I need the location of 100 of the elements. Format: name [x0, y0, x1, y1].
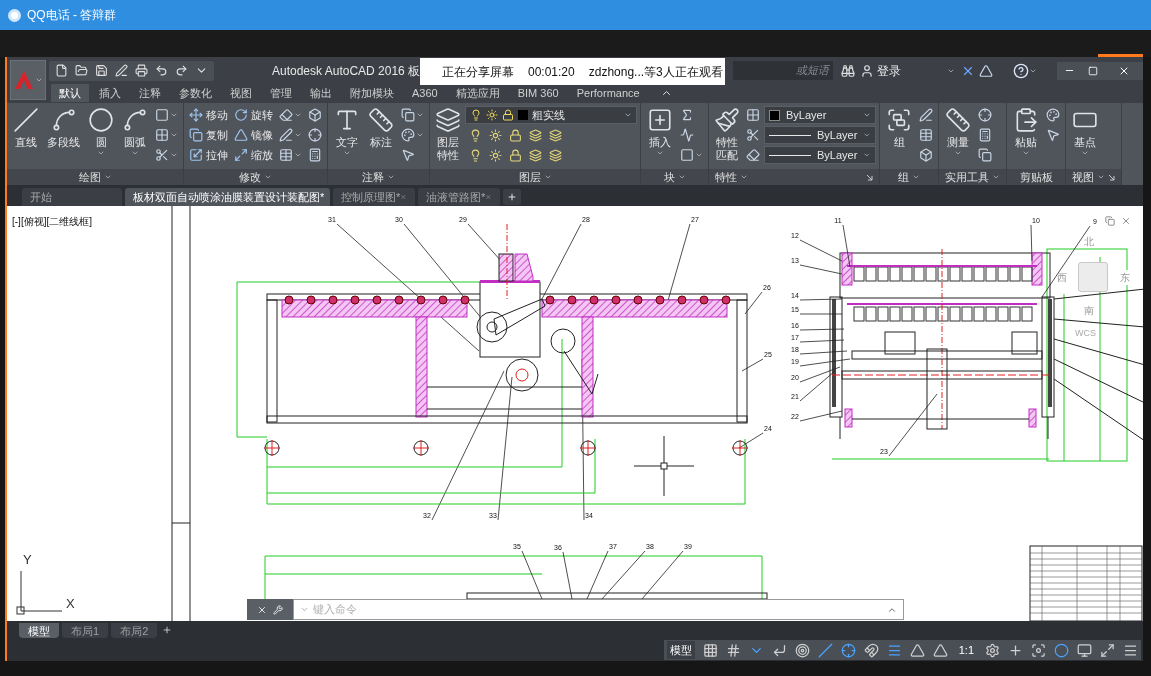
snap-icon[interactable] — [863, 642, 879, 658]
settings-icon[interactable] — [985, 642, 1000, 658]
save-as-icon[interactable] — [115, 64, 128, 77]
panel-title-bar[interactable]: 绘图 — [7, 169, 183, 185]
lineweight-icon[interactable] — [886, 642, 902, 658]
panel-title-bar[interactable]: 剪贴板 — [1007, 169, 1065, 185]
layers-icon[interactable] — [529, 128, 542, 142]
redo-icon[interactable] — [175, 64, 188, 77]
ribbon-tab[interactable]: 参数化 — [171, 84, 220, 102]
dots-grid-icon[interactable] — [725, 642, 741, 658]
lock-icon[interactable] — [509, 148, 522, 162]
tool-button[interactable]: 多段线 — [44, 105, 83, 149]
tool-button[interactable]: 标注 — [365, 105, 397, 149]
ribbon-tab[interactable]: Performance — [568, 84, 648, 102]
property-dropdown[interactable]: ByLayer — [764, 146, 876, 164]
lightbulb-icon[interactable] — [469, 148, 482, 162]
scale-button[interactable]: 1:1 — [955, 641, 977, 659]
file-tab[interactable]: 控制原理图* — [333, 188, 415, 206]
file-tab[interactable]: 开始 — [22, 188, 122, 206]
new-tab-button[interactable] — [503, 189, 521, 205]
user-icon[interactable] — [859, 63, 874, 78]
tool-button[interactable]: 镜像 — [232, 125, 275, 145]
undo-icon[interactable] — [155, 64, 168, 77]
layers-icon[interactable] — [529, 148, 542, 162]
lightbulb-icon[interactable] — [469, 128, 482, 142]
restore-icon[interactable] — [1105, 216, 1115, 226]
viewport-label[interactable]: [-][俯视][二维线框] — [12, 214, 92, 229]
help-icon[interactable] — [1012, 62, 1029, 79]
save-icon[interactable] — [95, 64, 108, 77]
close-icon[interactable] — [1121, 216, 1131, 226]
layout-tab[interactable]: 模型 — [19, 622, 59, 638]
launcher-icon[interactable] — [866, 173, 873, 181]
binoculars-icon[interactable] — [840, 63, 855, 78]
tool-button[interactable]: 特性匹配 — [712, 105, 742, 162]
panel-title-bar[interactable]: 块 — [641, 169, 708, 185]
annotation-icon[interactable] — [932, 642, 948, 658]
model-space-button[interactable]: 模型 — [666, 641, 695, 659]
ribbon-tab[interactable]: 插入 — [91, 84, 129, 102]
ribbon-tab[interactable]: 管理 — [262, 84, 300, 102]
layers-icon[interactable] — [549, 148, 562, 162]
tool-button[interactable]: 直线 — [10, 105, 42, 149]
new-file-icon[interactable] — [55, 64, 68, 77]
monitor-icon[interactable] — [1077, 642, 1092, 658]
ribbon-tab[interactable]: BIM 360 — [509, 84, 567, 102]
layout-tab[interactable]: 布局2 — [111, 622, 158, 638]
login-button[interactable]: 登录 — [876, 61, 947, 80]
layers-icon[interactable] — [549, 128, 562, 142]
property-dropdown[interactable]: ByLayer — [764, 106, 876, 124]
plus-icon[interactable] — [1008, 642, 1023, 658]
panel-title-bar[interactable]: 视图 — [1066, 169, 1121, 185]
ribbon-tab[interactable]: 精选应用 — [447, 84, 508, 102]
menu-icon[interactable] — [1123, 642, 1138, 658]
ribbon-tab[interactable]: 输出 — [302, 84, 340, 102]
panel-title-bar[interactable]: 注释 — [328, 169, 429, 185]
panel-title-bar[interactable]: 修改 — [184, 169, 327, 185]
isodraft-icon[interactable] — [817, 642, 833, 658]
tracking-icon[interactable] — [840, 642, 856, 658]
property-dropdown[interactable]: ByLayer — [764, 126, 876, 144]
panel-title-bar[interactable]: 图层 — [430, 169, 640, 185]
ribbon-tab[interactable]: 注释 — [131, 84, 169, 102]
tool-button[interactable]: 基点 — [1069, 105, 1101, 157]
search-field[interactable]: 或短语 — [732, 61, 833, 80]
tool-button[interactable]: 文字 — [331, 105, 363, 157]
polar-icon[interactable] — [794, 642, 810, 658]
tool-button[interactable]: 旋转 — [232, 105, 275, 125]
grid-icon[interactable] — [702, 642, 718, 658]
tool-button[interactable]: 缩放 — [232, 145, 275, 165]
print-icon[interactable] — [135, 64, 148, 77]
tool-button[interactable]: 图层特性 — [433, 105, 463, 162]
triangle-icon[interactable] — [978, 63, 993, 78]
layer-dropdown[interactable]: 粗实线 — [465, 106, 637, 124]
panel-title-bar[interactable]: 特性 — [709, 169, 879, 185]
close-button[interactable] — [1105, 61, 1143, 80]
panel-title-bar[interactable]: 实用工具 — [939, 169, 1006, 185]
tool-button[interactable]: 拉伸 — [187, 145, 230, 165]
layout-tab[interactable]: 布局1 — [62, 622, 109, 638]
fullscreen-icon[interactable] — [1100, 642, 1115, 658]
sun-icon[interactable] — [489, 128, 502, 142]
tool-button[interactable]: 测量 — [942, 105, 974, 157]
launcher-icon[interactable] — [1108, 173, 1115, 181]
tool-button[interactable]: 圆弧 — [119, 105, 151, 157]
ribbon-tab[interactable]: 视图 — [222, 84, 260, 102]
tool-button[interactable]: 组 — [883, 105, 915, 149]
lock-icon[interactable] — [509, 128, 522, 142]
panel-title-bar[interactable]: 组 — [880, 169, 938, 185]
ribbon-tab[interactable]: 默认 — [51, 84, 89, 102]
ortho-icon[interactable] — [771, 642, 787, 658]
command-line-handle[interactable] — [247, 599, 293, 620]
file-tab[interactable]: 油液管路图* — [418, 188, 500, 206]
folder-icon[interactable] — [75, 64, 88, 77]
ribbon-tab[interactable]: 附加模块 — [342, 84, 402, 102]
isolate-icon[interactable] — [1031, 642, 1046, 658]
ribbon-tab[interactable]: A360 — [404, 84, 446, 102]
annotation-icon[interactable] — [909, 642, 925, 658]
tool-button[interactable]: 复制 — [187, 125, 230, 145]
tool-button[interactable]: 移动 — [187, 105, 230, 125]
tool-button[interactable]: 粘贴 — [1010, 105, 1042, 157]
sun-icon[interactable] — [489, 148, 502, 162]
file-tab[interactable]: 板材双面自动喷涂油膜装置设计装配图* — [125, 188, 330, 206]
tool-button[interactable]: 圆 — [85, 105, 117, 157]
